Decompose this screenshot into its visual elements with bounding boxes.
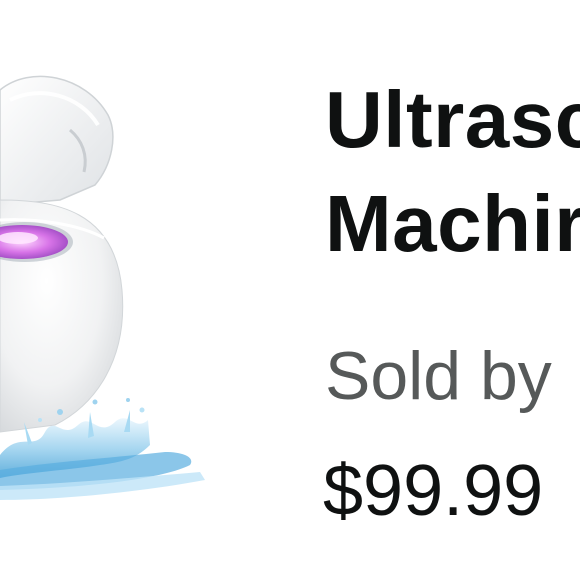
seller-text: Sold by: [325, 338, 552, 414]
product-title-line-1: Ultrasc: [325, 75, 580, 164]
product-price: $99.99: [323, 451, 544, 531]
product-title[interactable]: Ultrasc Machir: [325, 68, 580, 276]
product-card[interactable]: Ultrasc Machir Sold by $99.99: [0, 0, 580, 580]
product-image[interactable]: [0, 60, 215, 520]
product-title-line-2: Machir: [325, 179, 580, 268]
ultrasonic-cleaner-icon: [0, 75, 205, 500]
